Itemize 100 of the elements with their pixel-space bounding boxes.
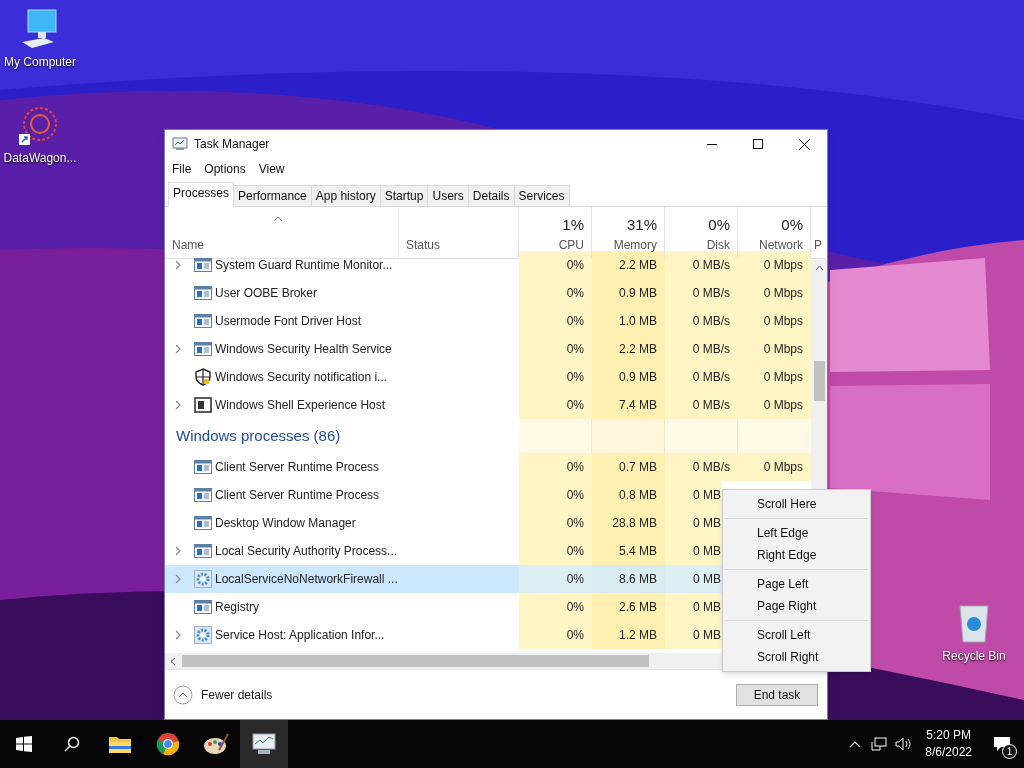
network-value: 0 Mbps: [763, 285, 803, 302]
cpu-value: 0%: [566, 285, 584, 302]
cpu-value: 0%: [566, 487, 584, 504]
process-name: System Guard Runtime Monitor...: [215, 257, 393, 274]
process-row[interactable]: Client Server Runtime Process 0% 0.8 MB 0 MB: [165, 481, 722, 509]
process-name: Registry: [215, 599, 259, 616]
column-header[interactable]: CPU: [558, 236, 584, 254]
disk-value: 0 MB: [693, 599, 721, 616]
cpu-value: 0%: [566, 397, 584, 414]
window-title: Task Manager: [194, 136, 270, 153]
network-value: 0 Mbps: [763, 257, 803, 274]
clock-time: 5:20 PM: [926, 727, 971, 744]
context-menu-item[interactable]: Scroll Left: [725, 624, 868, 646]
clock-date: 8/6/2022: [925, 744, 972, 761]
memory-value: 28.8 MB: [612, 515, 657, 532]
column-usage: 0%: [781, 215, 803, 235]
process-row[interactable]: System Guard Runtime Monitor... 0% 2.2 MB 0 MB/s 0 Mbps: [165, 251, 811, 279]
process-name: Usermode Font Driver Host: [215, 313, 362, 330]
tab[interactable]: Users: [427, 185, 469, 207]
column-usage: 31%: [626, 215, 657, 235]
context-menu-item[interactable]: Scroll Right: [725, 646, 868, 668]
context-menu-item[interactable]: Page Left: [725, 573, 868, 595]
disk-value: 0 MB: [693, 487, 721, 504]
column-header[interactable]: Network: [759, 236, 803, 254]
process-name: Windows Shell Experience Host: [215, 397, 386, 414]
process-row[interactable]: Desktop Window Manager 0% 28.8 MB 0 MB: [165, 509, 722, 537]
process-row[interactable]: Windows Shell Experience Host 0% 7.4 MB 0 MB/s 0 Mbps: [165, 391, 811, 419]
tab[interactable]: Startup: [379, 185, 429, 207]
column-header[interactable]: P: [814, 236, 825, 254]
clock[interactable]: 5:20 PM 8/6/2022: [917, 727, 980, 761]
disk-value: 0 MB/s: [692, 397, 730, 414]
disk-value: 0 MB: [693, 543, 721, 560]
network-value: 0 Mbps: [763, 459, 803, 476]
process-name: Windows Security notification i...: [215, 369, 388, 386]
cpu-value: 0%: [566, 257, 584, 274]
tab[interactable]: App history: [310, 185, 381, 207]
notification-count: 1: [1002, 744, 1017, 759]
process-name: Service Host: Application Infor...: [215, 627, 385, 644]
column-usage: 0%: [708, 215, 730, 235]
tab[interactable]: Services: [513, 185, 570, 207]
cpu-value: 0%: [566, 369, 584, 386]
context-menu-item[interactable]: Scroll Here: [725, 493, 868, 515]
cpu-value: 0%: [566, 341, 584, 358]
tab[interactable]: Details: [467, 185, 515, 207]
disk-value: 0 MB/s: [692, 285, 730, 302]
network-value: 0 Mbps: [763, 369, 803, 386]
column-header[interactable]: Memory: [613, 236, 657, 254]
process-name: User OOBE Broker: [215, 285, 318, 302]
process-row[interactable]: Service Host: Application Infor... 0% 1.2 MB 0 MB: [165, 621, 722, 649]
memory-value: 5.4 MB: [619, 543, 657, 560]
tab[interactable]: Performance: [233, 185, 312, 207]
memory-value: 2.2 MB: [619, 257, 657, 274]
process-row[interactable]: User OOBE Broker 0% 0.9 MB 0 MB/s 0 Mbps: [165, 279, 811, 307]
network-value: 0 Mbps: [763, 341, 803, 358]
process-row[interactable]: Usermode Font Driver Host 0% 1.0 MB 0 MB/s 0 Mbps: [165, 307, 811, 335]
disk-value: 0 MB/s: [692, 257, 730, 274]
process-name: LocalServiceNoNetworkFirewall ...: [215, 571, 398, 588]
group-heading: Windows processes (86): [176, 425, 341, 446]
process-name: Client Server Runtime Process: [215, 459, 380, 476]
process-row[interactable]: Windows Security notification i... 0% 0.9 MB 0 MB/s 0 Mbps: [165, 363, 811, 391]
process-name: Windows Security Health Service: [215, 341, 392, 358]
context-menu-item[interactable]: Page Right: [725, 595, 868, 617]
menu-item[interactable]: File: [166, 160, 198, 178]
cpu-value: 0%: [566, 627, 584, 644]
memory-value: 2.2 MB: [619, 341, 657, 358]
menu-item[interactable]: Options: [198, 160, 252, 178]
column-header[interactable]: Name: [172, 236, 398, 254]
column-header[interactable]: Disk: [706, 236, 730, 254]
desktop-icon-label[interactable]: My Computer: [4, 53, 76, 71]
process-row[interactable]: Local Security Authority Process... 0% 5.4 MB 0 MB: [165, 537, 722, 565]
column-header[interactable]: Status: [406, 236, 518, 254]
process-name: Client Server Runtime Process: [215, 487, 380, 504]
network-value: 0 Mbps: [763, 313, 803, 330]
memory-value: 8.6 MB: [619, 571, 657, 588]
end-task-button[interactable]: End task: [736, 683, 818, 706]
tab[interactable]: Processes: [168, 182, 235, 207]
fewer-details-button[interactable]: Fewer details: [173, 684, 273, 705]
memory-value: 7.4 MB: [619, 397, 657, 414]
disk-value: 0 MB: [693, 515, 721, 532]
cpu-value: 0%: [566, 515, 584, 532]
memory-value: 0.9 MB: [619, 285, 657, 302]
process-row[interactable]: Windows Security Health Service 0% 2.2 MB 0 MB/s 0 Mbps: [165, 335, 811, 363]
cpu-value: 0%: [566, 543, 584, 560]
process-row[interactable]: Client Server Runtime Process 0% 0.7 MB 0 MB/s 0 Mbps: [165, 453, 811, 481]
disk-value: 0 MB/s: [692, 341, 730, 358]
desktop-icon-label[interactable]: Recycle Bin: [942, 647, 1006, 665]
desktop-icon-label[interactable]: DataWagon...: [3, 149, 77, 167]
context-menu-item[interactable]: Right Edge: [725, 544, 868, 566]
context-menu-item[interactable]: Left Edge: [725, 522, 868, 544]
process-row[interactable]: Registry 0% 2.6 MB 0 MB: [165, 593, 722, 621]
cpu-value: 0%: [566, 571, 584, 588]
memory-value: 0.9 MB: [619, 369, 657, 386]
disk-value: 0 MB/s: [692, 459, 730, 476]
disk-value: 0 MB: [693, 571, 721, 588]
memory-value: 0.8 MB: [619, 487, 657, 504]
cpu-value: 0%: [566, 313, 584, 330]
process-row[interactable]: LocalServiceNoNetworkFirewall ... 0% 8.6 MB 0 MB: [165, 565, 722, 593]
menu-item[interactable]: View: [252, 160, 291, 178]
cpu-value: 0%: [566, 459, 584, 476]
process-name: Desktop Window Manager: [215, 515, 356, 532]
